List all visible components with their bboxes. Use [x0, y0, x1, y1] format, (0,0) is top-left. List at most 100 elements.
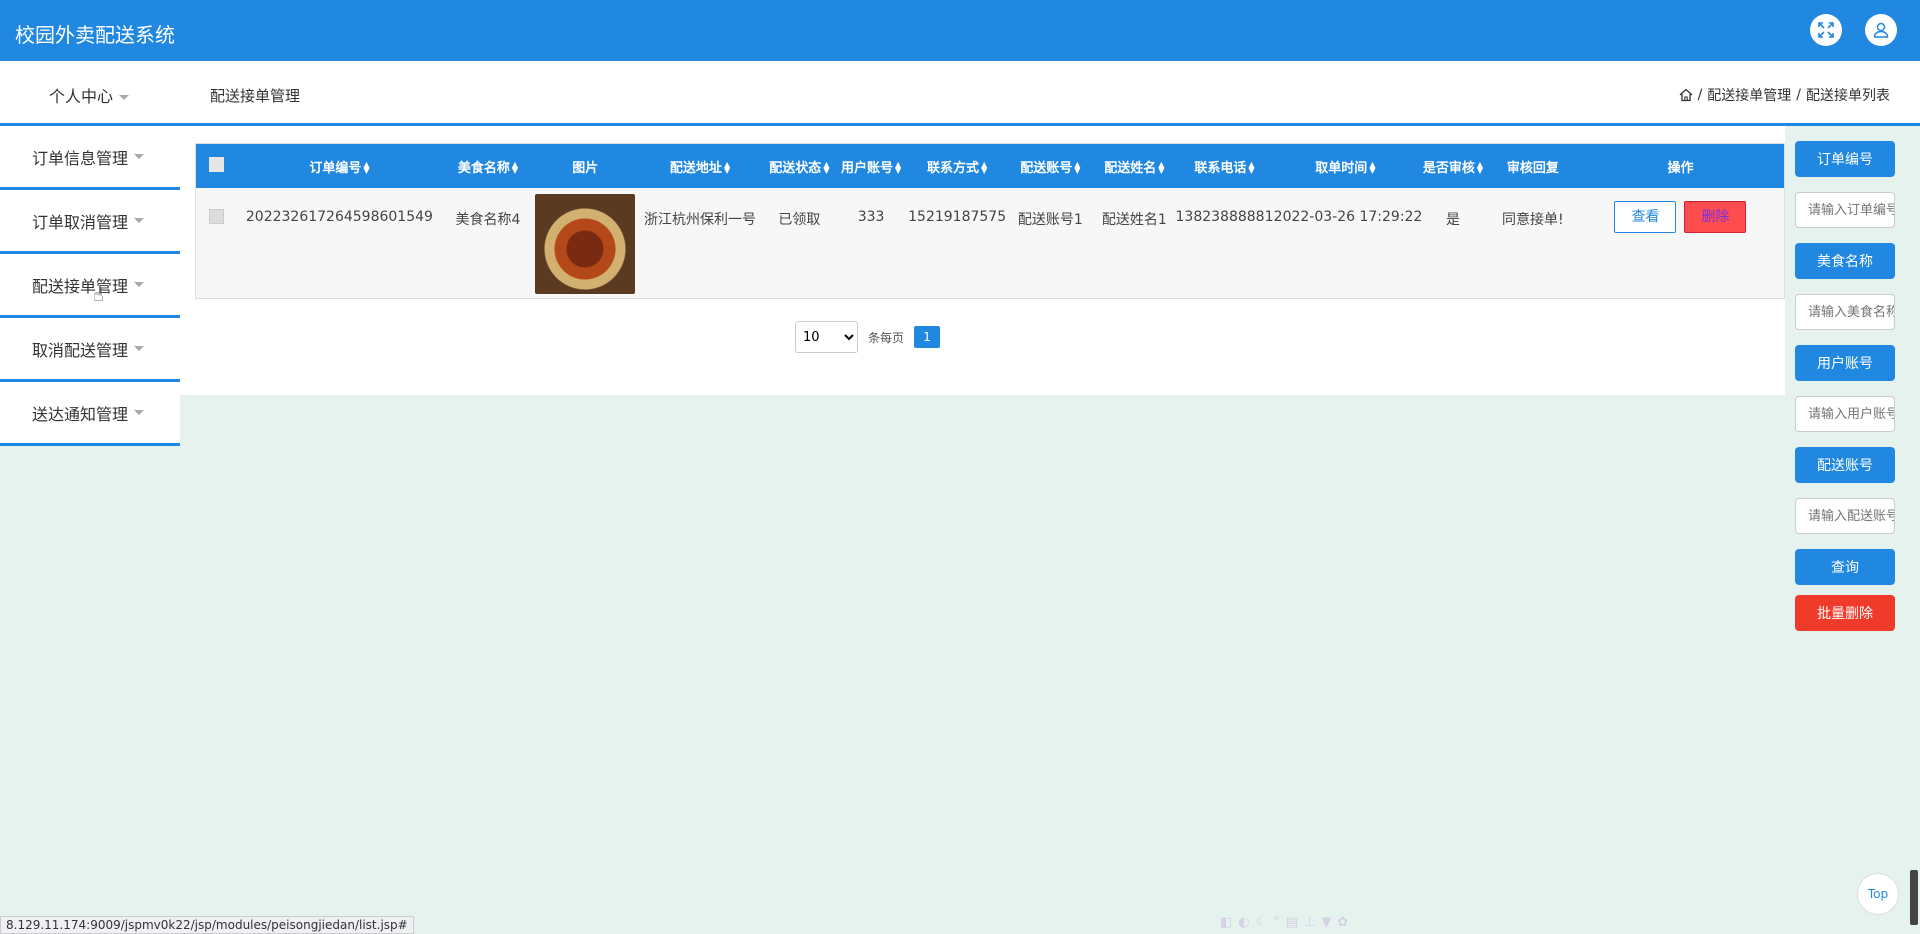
col-header-pickup-time[interactable]: 取单时间 ▲ ▼: [1274, 144, 1417, 188]
sort-icon[interactable]: ▲ ▼: [512, 161, 518, 175]
col-header-image: 图片: [572, 160, 599, 176]
ime-toolbar: ◧ ◐ ☾ ° ▤ ⊥ ▼ ✿: [1220, 911, 1420, 933]
personal-center-menu[interactable]: 个人中心: [49, 83, 130, 107]
breadcrumb-item-list: 配送接单列表: [1806, 88, 1890, 104]
cell-contact: 15219187575: [908, 209, 1007, 225]
top-header: 校园外卖配送系统: [0, 0, 1920, 61]
breadcrumb-item-module[interactable]: 配送接单管理: [1707, 85, 1791, 105]
search-input-courier-account[interactable]: [1795, 498, 1895, 534]
delete-button[interactable]: 删除: [1684, 201, 1747, 233]
search-input-food-name[interactable]: [1795, 294, 1895, 330]
col-header-contact[interactable]: 联系方式 ▲ ▼: [907, 144, 1007, 188]
col-header-address[interactable]: 配送地址 ▲ ▼: [637, 144, 764, 188]
personal-center-label: 个人中心: [49, 87, 114, 106]
col-header-user-account[interactable]: 用户账号 ▲ ▼: [835, 144, 907, 188]
select-all-checkbox[interactable]: [208, 156, 224, 172]
sort-icon[interactable]: ▲ ▼: [823, 161, 829, 175]
cell-actions: 查看 删除: [1577, 188, 1784, 299]
ime-skin-icon: ▼: [1321, 914, 1332, 930]
col-header-phone[interactable]: 联系电话 ▲ ▼: [1175, 144, 1273, 188]
hand-cursor-icon: ☝: [93, 285, 104, 306]
search-label-courier-account: 配送账号: [1795, 447, 1895, 483]
col-header-review-reply: 审核回复: [1506, 160, 1559, 176]
page-button-current[interactable]: 1: [914, 326, 941, 348]
sidebar: 订单信息管理 订单取消管理 配送接单管理 取消配送管理 送达通知管理: [0, 126, 180, 446]
ime-mic-icon: ⊥: [1304, 914, 1316, 930]
row-checkbox[interactable]: [208, 209, 224, 224]
table-header-row: 订单编号 ▲ ▼ 美食名称 ▲ ▼ 图片 配送地址 ▲ ▼ 配送状态 ▲ ▼ 用户账号 ▲ ▼ 联系…: [196, 144, 1784, 188]
col-header-actions: 操作: [1667, 160, 1694, 176]
col-header-food-name[interactable]: 美食名称 ▲ ▼: [442, 144, 534, 188]
caret-down-icon: [119, 95, 130, 100]
pagination: 10 条每页 1: [795, 321, 941, 353]
page-size-select[interactable]: 10: [795, 321, 858, 353]
view-button[interactable]: 查看: [1614, 201, 1677, 233]
sort-icon[interactable]: ▲ ▼: [1074, 161, 1080, 175]
sidebar-item-order-cancel[interactable]: 订单取消管理: [0, 190, 180, 254]
sidebar-item-order-info[interactable]: 订单信息管理: [0, 126, 180, 190]
status-url: 8.129.11.174:9009/jspmv0k22/jsp/modules/…: [0, 916, 414, 934]
col-header-order-no[interactable]: 订单编号 ▲ ▼: [237, 144, 442, 188]
cell-image: [534, 188, 636, 299]
batch-delete-button[interactable]: 批量删除: [1795, 595, 1895, 631]
breadcrumb-separator: /: [1697, 87, 1703, 103]
sort-icon[interactable]: ▲ ▼: [1158, 161, 1164, 175]
sidebar-item-label: 送达通知管理: [32, 404, 129, 424]
home-icon[interactable]: [1679, 88, 1693, 102]
cell-status: 已领取: [778, 212, 821, 228]
food-image: [535, 194, 636, 294]
sidebar-item-label: 订单信息管理: [32, 148, 129, 168]
sub-header: 个人中心 配送接单管理 / 配送接单管理 / 配送接单列表: [0, 61, 1920, 126]
query-button[interactable]: 查询: [1795, 549, 1895, 585]
sidebar-item-label: 配送接单管理: [32, 276, 129, 296]
sidebar-item-delivery-cancel[interactable]: 取消配送管理: [0, 318, 180, 382]
cell-courier-account: 配送账号1: [1017, 212, 1083, 228]
cell-user-account: 333: [857, 209, 885, 225]
sort-icon[interactable]: ▲ ▼: [724, 161, 730, 175]
sidebar-item-label: 订单取消管理: [32, 212, 129, 232]
caret-down-icon: [134, 154, 145, 159]
scrollbar-handle[interactable]: [1910, 870, 1918, 925]
cell-pickup-time: 2022-03-26 17:29:22: [1273, 209, 1423, 225]
back-to-top-button[interactable]: Top: [1857, 873, 1899, 915]
user-avatar-icon[interactable]: [1865, 14, 1897, 46]
ime-logo-icon: ◧: [1220, 914, 1233, 930]
sort-icon[interactable]: ▲ ▼: [1248, 161, 1254, 175]
sidebar-item-label: 取消配送管理: [32, 340, 129, 360]
fullscreen-icon[interactable]: [1810, 14, 1842, 46]
breadcrumb: / 配送接单管理 / 配送接单列表: [1679, 85, 1890, 105]
col-header-status[interactable]: 配送状态 ▲ ▼: [764, 144, 836, 188]
search-label-food-name: 美食名称: [1795, 243, 1895, 279]
caret-down-icon: [134, 218, 145, 223]
data-table: 订单编号 ▲ ▼ 美食名称 ▲ ▼ 图片 配送地址 ▲ ▼ 配送状态 ▲ ▼ 用户账号 ▲ ▼ 联系…: [195, 143, 1785, 299]
cell-courier-name: 配送姓名1: [1101, 212, 1167, 228]
sort-icon[interactable]: ▲ ▼: [1369, 161, 1375, 175]
sidebar-item-delivery-notice[interactable]: 送达通知管理: [0, 382, 180, 446]
ime-moon-icon: ☾: [1255, 914, 1268, 930]
sort-icon[interactable]: ▲ ▼: [981, 161, 987, 175]
search-input-order-no[interactable]: [1795, 192, 1895, 228]
select-all-cell: [196, 144, 237, 188]
sort-icon[interactable]: ▲ ▼: [363, 161, 369, 175]
search-input-user-account[interactable]: [1795, 396, 1895, 432]
caret-down-icon: [134, 346, 145, 351]
search-panel: 订单编号 美食名称 用户账号 配送账号 查询 批量删除: [1795, 141, 1895, 641]
col-header-courier-name[interactable]: 配送姓名 ▲ ▼: [1093, 144, 1175, 188]
sort-icon[interactable]: ▲ ▼: [895, 161, 901, 175]
ime-keyboard-icon: ▤: [1285, 914, 1299, 930]
col-header-courier-account[interactable]: 配送账号 ▲ ▼: [1007, 144, 1093, 188]
col-header-reviewed[interactable]: 是否审核 ▲ ▼: [1417, 144, 1489, 188]
page-title: 配送接单管理: [210, 87, 301, 105]
caret-down-icon: [134, 410, 145, 415]
sort-icon[interactable]: ▲ ▼: [1477, 161, 1483, 175]
cell-reviewed: 是: [1445, 212, 1460, 228]
cell-order-no: 202232617264598601549: [245, 209, 433, 225]
cell-food-name: 美食名称4: [455, 212, 521, 228]
ime-settings-icon: ✿: [1337, 914, 1349, 930]
cell-review-reply: 同意接单!: [1502, 212, 1564, 228]
sidebar-item-delivery-accept[interactable]: 配送接单管理: [0, 254, 180, 318]
ime-punct-icon: °: [1273, 914, 1280, 930]
breadcrumb-separator: /: [1796, 87, 1801, 103]
search-label-user-account: 用户账号: [1795, 345, 1895, 381]
app-title: 校园外卖配送系统: [15, 23, 175, 47]
